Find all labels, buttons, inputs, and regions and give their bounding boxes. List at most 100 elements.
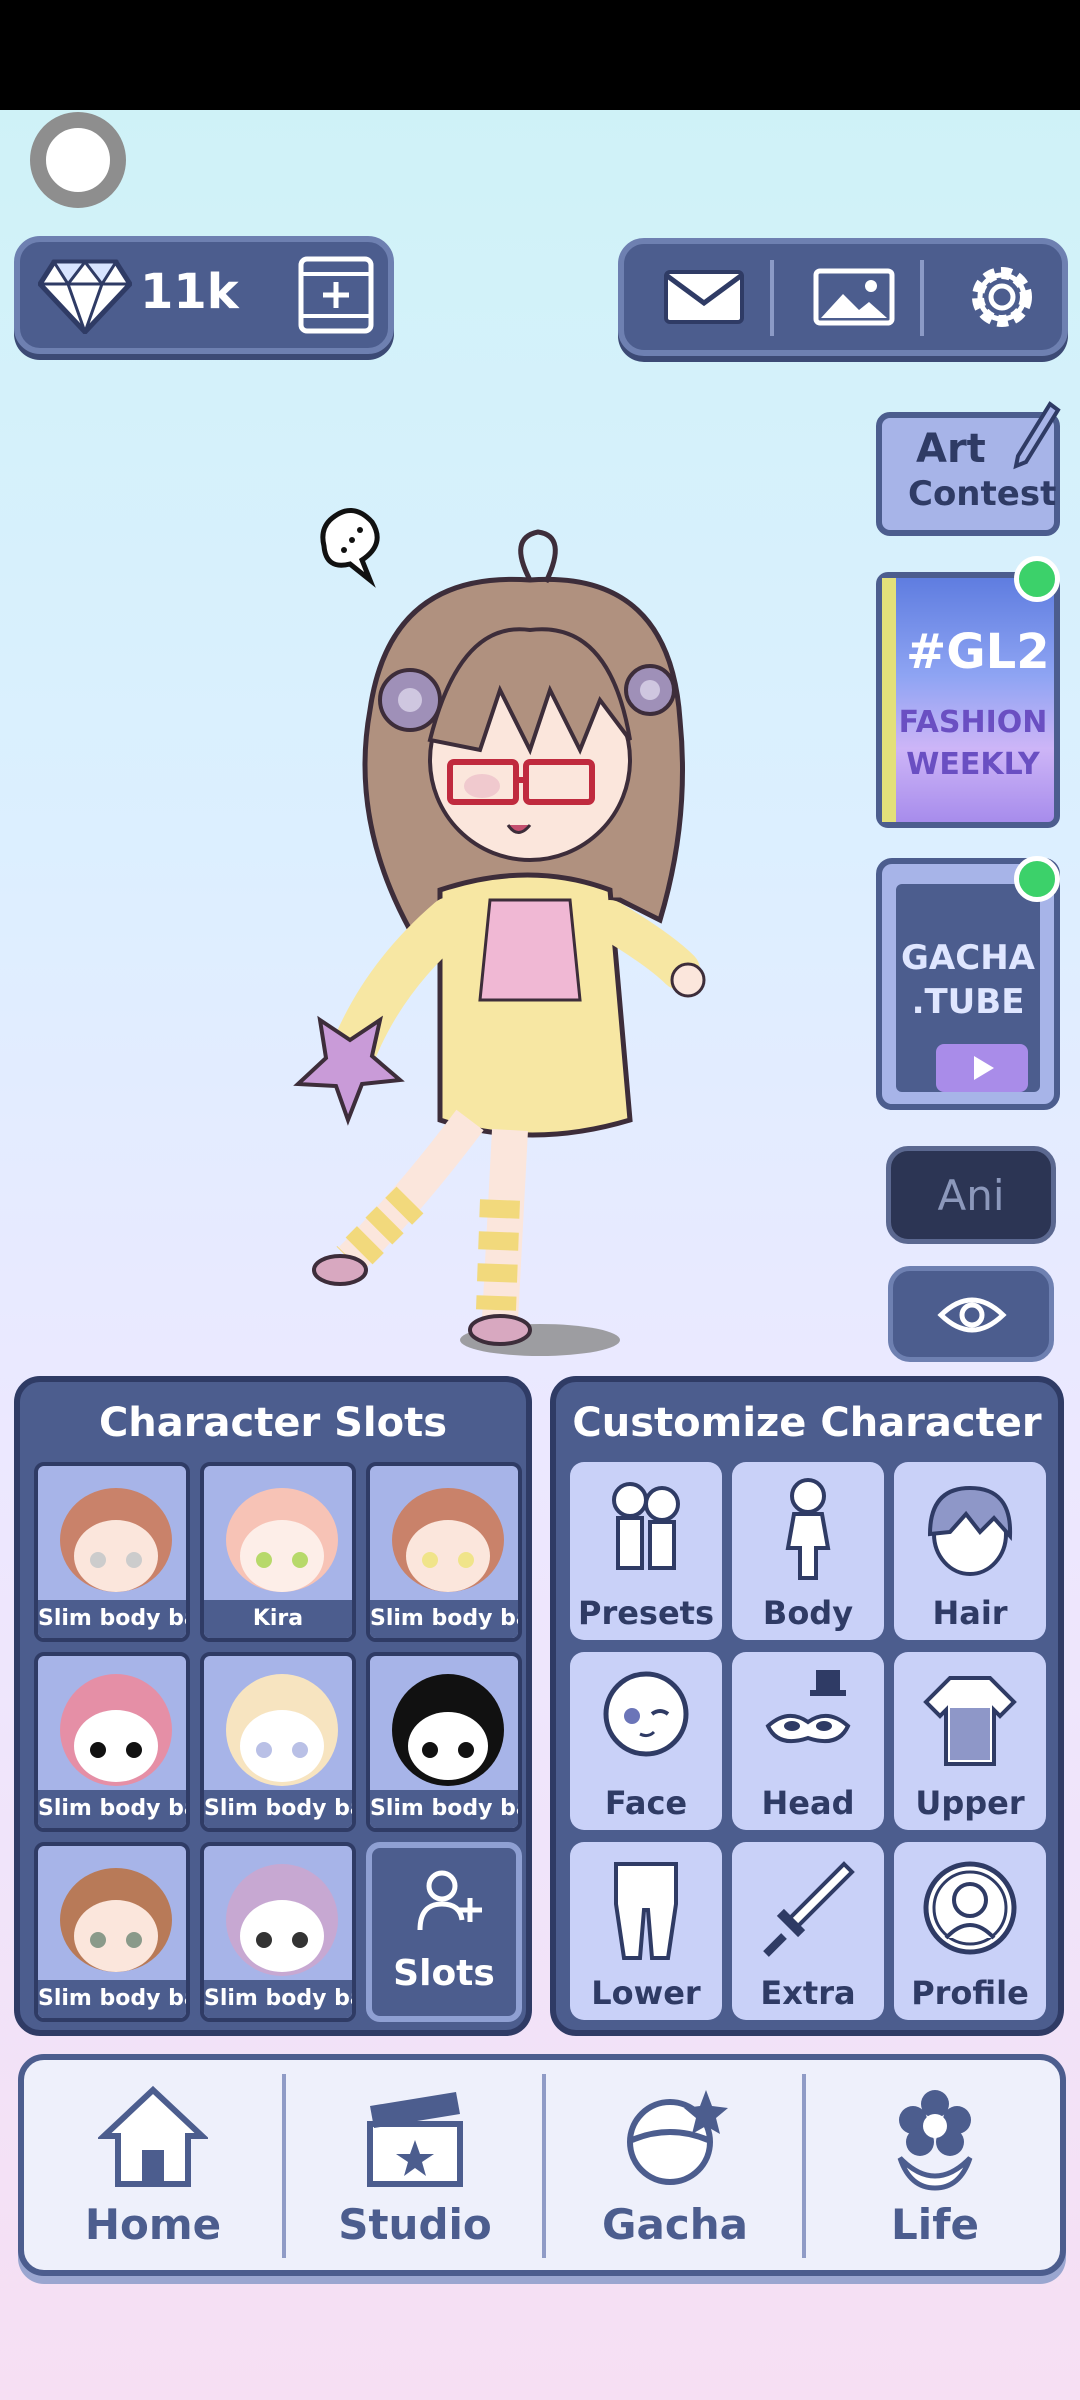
lower-label: Lower (591, 1974, 701, 2012)
character-slots-title: Character Slots (98, 1400, 448, 1446)
slot-name: Slim body bas (38, 1790, 186, 1828)
character-face-icon (48, 1476, 184, 1600)
gem-counter[interactable]: 11k (14, 236, 394, 354)
slot-name: Kira (204, 1600, 352, 1638)
head-label: Head (761, 1784, 855, 1822)
nav-gacha[interactable]: Gacha (546, 2060, 804, 2270)
head-button[interactable]: Head (732, 1652, 884, 1830)
image-icon (813, 268, 895, 330)
customize-character-panel: Customize Character Presets Body Hair Fa… (550, 1376, 1064, 2036)
top-toolbar (618, 238, 1068, 356)
diamond-icon (36, 258, 134, 338)
face-button[interactable]: Face (570, 1652, 722, 1830)
gacha-tube-line1: GACHA (901, 938, 1035, 978)
gl2-title: #GL2 (906, 624, 1050, 680)
gacha-tube-line2: .TUBE (911, 982, 1025, 1022)
settings-button[interactable] (942, 258, 1062, 340)
hair-icon (920, 1474, 1020, 1588)
face-icon (596, 1664, 696, 1778)
slot-name: Slim body bas (204, 1980, 352, 2018)
notification-dot (1014, 856, 1060, 902)
slot-name: Slim body bas (370, 1600, 518, 1638)
character-slot-1[interactable]: Slim body bas (34, 1462, 190, 1642)
character-face-icon (48, 1666, 184, 1790)
notification-dot (1014, 556, 1060, 602)
customize-character-title: Customize Character (572, 1400, 1042, 1446)
status-bar (0, 0, 1080, 110)
slot-name: Slim body bas (38, 1980, 186, 2018)
clapperboard-icon (360, 2084, 470, 2198)
character-face-icon (48, 1856, 184, 1980)
face-label: Face (604, 1784, 688, 1822)
character-slot-2[interactable]: Kira (200, 1462, 356, 1642)
art-contest-line2: Contest (908, 474, 1057, 514)
character-face-icon (380, 1476, 516, 1600)
visibility-button[interactable] (888, 1266, 1054, 1362)
character-slots-panel: Character Slots Slim body bas Kira Slim … (14, 1376, 532, 2036)
gem-count: 11k (140, 264, 239, 320)
character-slot-3[interactable]: Slim body bas (366, 1462, 522, 1642)
profile-icon (920, 1854, 1020, 1968)
character-slot-5[interactable]: Slim body bas (200, 1652, 356, 1832)
gacha-tube-button[interactable]: GACHA .TUBE (876, 856, 1060, 1110)
gallery-button[interactable] (794, 258, 914, 340)
nav-studio[interactable]: Studio (286, 2060, 544, 2270)
flower-icon (880, 2084, 990, 2198)
play-icon (936, 1044, 1028, 1092)
character-slot-7[interactable]: Slim body bas (34, 1842, 190, 2022)
fashion-weekly-button[interactable]: #GL2 FASHION WEEKLY (876, 556, 1060, 828)
gl2-fashion: FASHION (898, 705, 1048, 740)
ani-button[interactable]: Ani (886, 1146, 1056, 1244)
character-slot-6[interactable]: Slim body bas (366, 1652, 522, 1832)
character-face-icon (380, 1666, 516, 1790)
hair-label: Hair (932, 1594, 1008, 1632)
profile-label: Profile (911, 1974, 1029, 2012)
gl2-weekly: WEEKLY (906, 747, 1040, 782)
upper-label: Upper (915, 1784, 1025, 1822)
nav-home[interactable]: Home (24, 2060, 282, 2270)
hair-button[interactable]: Hair (894, 1462, 1046, 1640)
slot-name: Slim body bas (370, 1790, 518, 1828)
add-slots-label: Slots (393, 1953, 495, 1994)
body-label: Body (762, 1594, 854, 1632)
lower-button[interactable]: Lower (570, 1842, 722, 2020)
slot-name: Slim body bas (204, 1790, 352, 1828)
nav-gacha-label: Gacha (602, 2200, 748, 2249)
shirt-icon (920, 1664, 1020, 1778)
home-icon (96, 2084, 210, 2198)
add-user-icon (416, 1870, 486, 1938)
presets-icon (596, 1474, 696, 1588)
eye-icon (937, 1291, 1007, 1343)
profile-button[interactable]: Profile (894, 1842, 1046, 2020)
art-contest-button[interactable]: Art Contest (876, 401, 1061, 536)
mail-icon (663, 269, 745, 329)
slot-name: Slim body bas (38, 1600, 186, 1638)
nav-home-label: Home (84, 2200, 222, 2249)
art-contest-line1: Art (916, 426, 986, 472)
nav-studio-label: Studio (338, 2200, 492, 2249)
mail-button[interactable] (644, 258, 764, 340)
upper-button[interactable]: Upper (894, 1652, 1046, 1830)
nav-life-label: Life (891, 2200, 979, 2249)
character-slot-4[interactable]: Slim body bas (34, 1652, 190, 1832)
ani-label: Ani (937, 1171, 1005, 1220)
gacha-orb-icon (620, 2084, 730, 2198)
record-indicator-icon[interactable] (30, 112, 126, 208)
character-preview[interactable] (290, 500, 770, 1384)
presets-button[interactable]: Presets (570, 1462, 722, 1640)
watch-ad-icon[interactable] (298, 256, 374, 338)
body-button[interactable]: Body (732, 1462, 884, 1640)
pencil-icon (1012, 400, 1062, 474)
extra-label: Extra (760, 1974, 856, 2012)
character-slot-8[interactable]: Slim body bas (200, 1842, 356, 2022)
body-icon (758, 1474, 858, 1588)
character-face-icon (214, 1856, 350, 1980)
character-face-icon (214, 1666, 350, 1790)
character-face-icon (214, 1476, 350, 1600)
bottom-navigation: Home Studio Gacha Life (18, 2054, 1066, 2276)
head-accessory-icon (758, 1664, 858, 1778)
add-slots-button[interactable]: Slots (366, 1842, 522, 2022)
extra-button[interactable]: Extra (732, 1842, 884, 2020)
presets-label: Presets (577, 1594, 715, 1632)
nav-life[interactable]: Life (806, 2060, 1064, 2270)
